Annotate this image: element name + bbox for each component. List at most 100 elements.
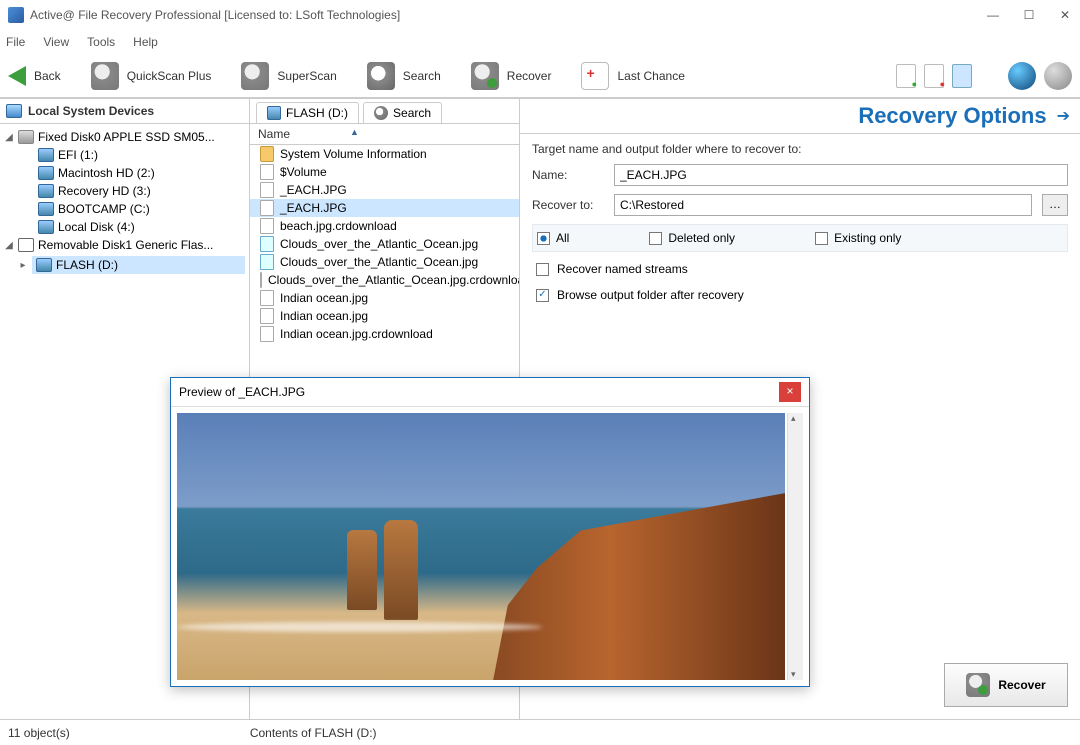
info-icon[interactable] xyxy=(1008,62,1036,90)
file-row[interactable]: Indian ocean.jpg xyxy=(250,289,519,307)
quickscan-label: QuickScan Plus xyxy=(127,69,212,83)
sort-indicator-icon: ▲ xyxy=(350,127,359,141)
tree-vol-efi[interactable]: EFI (1:) xyxy=(0,146,249,164)
status-objects: 11 object(s) xyxy=(8,726,70,740)
file-row[interactable]: Clouds_over_the_Atlantic_Ocean.jpg xyxy=(250,235,519,253)
file-row[interactable]: Clouds_over_the_Atlantic_Ocean.jpg.crdow… xyxy=(250,271,519,289)
file-icon xyxy=(260,182,274,198)
lastchance-icon xyxy=(581,62,609,90)
sidebar-title: Local System Devices xyxy=(28,104,154,118)
tab-search[interactable]: Search xyxy=(363,102,442,123)
file-name: Clouds_over_the_Atlantic_Ocean.jpg xyxy=(280,237,478,251)
file-row[interactable]: $Volume xyxy=(250,163,519,181)
radio-deleted[interactable] xyxy=(649,232,662,245)
recover-icon xyxy=(471,62,499,90)
file-name: System Volume Information xyxy=(280,147,427,161)
volume-icon xyxy=(267,106,281,120)
file-row[interactable]: Indian ocean.jpg.crdownload xyxy=(250,325,519,343)
settings-gear-icon[interactable] xyxy=(1044,62,1072,90)
tree-vol-bootcamp[interactable]: BOOTCAMP (C:) xyxy=(0,200,249,218)
file-row[interactable]: System Volume Information xyxy=(250,145,519,163)
disk1-label: Removable Disk1 Generic Flas... xyxy=(38,238,213,252)
close-button[interactable]: ✕ xyxy=(1058,8,1072,22)
maximize-button[interactable]: ☐ xyxy=(1022,8,1036,22)
minimize-button[interactable]: — xyxy=(986,8,1000,22)
file-icon xyxy=(260,164,274,180)
tree-vol-mac[interactable]: Macintosh HD (2:) xyxy=(0,164,249,182)
lastchance-button[interactable]: Last Chance xyxy=(581,62,684,90)
column-header[interactable]: Name ▲ xyxy=(250,124,519,145)
name-input[interactable] xyxy=(614,164,1068,186)
radio-existing[interactable] xyxy=(815,232,828,245)
search-icon xyxy=(367,62,395,90)
file-icon xyxy=(260,290,274,306)
menu-tools[interactable]: Tools xyxy=(87,35,115,49)
file-name: _EACH.JPG xyxy=(280,201,347,215)
volume-icon xyxy=(38,166,54,180)
superscan-button[interactable]: SuperScan xyxy=(241,62,336,90)
file-name: beach.jpg.crdownload xyxy=(280,219,397,233)
arrow-right-icon[interactable]: ➔ xyxy=(1057,106,1070,126)
file-row[interactable]: _EACH.JPG xyxy=(250,181,519,199)
status-contents: Contents of FLASH (D:) xyxy=(250,726,377,740)
browse-button[interactable]: … xyxy=(1042,194,1068,216)
menu-file[interactable]: File xyxy=(6,35,25,49)
file-row[interactable]: Indian ocean.jpg xyxy=(250,307,519,325)
disk-icon xyxy=(91,62,119,90)
recover-action-button[interactable]: Recover xyxy=(944,663,1068,707)
file-name: Indian ocean.jpg xyxy=(280,291,368,305)
chevron-right-icon[interactable]: ▸ xyxy=(18,260,28,271)
superscan-label: SuperScan xyxy=(277,69,336,83)
folder-icon xyxy=(260,146,274,162)
expander-icon[interactable]: ◢ xyxy=(4,240,14,251)
recover-button[interactable]: Recover xyxy=(471,62,552,90)
file-name: $Volume xyxy=(280,165,327,179)
file-row[interactable]: beach.jpg.crdownload xyxy=(250,217,519,235)
file-name: Indian ocean.jpg.crdownload xyxy=(280,327,433,341)
monitor-icon xyxy=(6,104,22,118)
volume-icon xyxy=(38,202,54,216)
preview-scrollbar[interactable] xyxy=(787,413,803,680)
chk-browse[interactable] xyxy=(536,289,549,302)
recovery-title: Recovery Options xyxy=(858,103,1046,129)
statusbar: 11 object(s) Contents of FLASH (D:) xyxy=(0,719,1080,745)
quickscan-button[interactable]: QuickScan Plus xyxy=(91,62,212,90)
tree-vol-flash[interactable]: FLASH (D:) xyxy=(32,256,245,274)
file-name: Indian ocean.jpg xyxy=(280,309,368,323)
tree-disk1-expander[interactable]: ▸ FLASH (D:) xyxy=(0,254,249,276)
preview-close-button[interactable]: × xyxy=(779,382,801,402)
file-icon xyxy=(260,308,274,324)
file-icon xyxy=(260,200,274,216)
file-icon xyxy=(260,326,274,342)
recover-label: Recover xyxy=(507,69,552,83)
back-arrow-icon xyxy=(8,66,26,86)
recoverto-input[interactable] xyxy=(614,194,1032,216)
tree-vol-local[interactable]: Local Disk (4:) xyxy=(0,218,249,236)
expander-icon[interactable]: ◢ xyxy=(4,132,14,143)
doc-ok-icon[interactable]: ● xyxy=(896,64,916,88)
back-button[interactable]: Back xyxy=(8,66,61,86)
tab-flash[interactable]: FLASH (D:) xyxy=(256,102,359,123)
file-list: System Volume Information $Volume _EACH.JP… xyxy=(250,145,519,343)
hdd-icon xyxy=(18,130,34,144)
lastchance-label: Last Chance xyxy=(617,69,684,83)
tree-disk1[interactable]: ◢ Removable Disk1 Generic Flas... xyxy=(0,236,249,254)
disk-icon xyxy=(241,62,269,90)
img-icon xyxy=(260,236,274,252)
search-button[interactable]: Search xyxy=(367,62,441,90)
preview-title: Preview of _EACH.JPG xyxy=(179,385,305,399)
tree-vol-recovery[interactable]: Recovery HD (3:) xyxy=(0,182,249,200)
tree-disk0[interactable]: ◢ Fixed Disk0 APPLE SSD SM05... xyxy=(0,128,249,146)
radio-all[interactable] xyxy=(537,232,550,245)
menu-view[interactable]: View xyxy=(43,35,69,49)
file-name: Clouds_over_the_Atlantic_Ocean.jpg.crdow… xyxy=(268,273,519,287)
column-name: Name xyxy=(258,127,290,141)
file-row[interactable]: _EACH.JPG xyxy=(250,199,519,217)
file-row[interactable]: Clouds_over_the_Atlantic_Ocean.jpg xyxy=(250,253,519,271)
doc-selected-icon[interactable] xyxy=(952,64,972,88)
chk-streams[interactable] xyxy=(536,263,549,276)
menu-help[interactable]: Help xyxy=(133,35,158,49)
doc-error-icon[interactable]: ● xyxy=(924,64,944,88)
toolbar: Back QuickScan Plus SuperScan Search Rec… xyxy=(0,54,1080,98)
window-title: Active@ File Recovery Professional [Lice… xyxy=(30,8,400,22)
